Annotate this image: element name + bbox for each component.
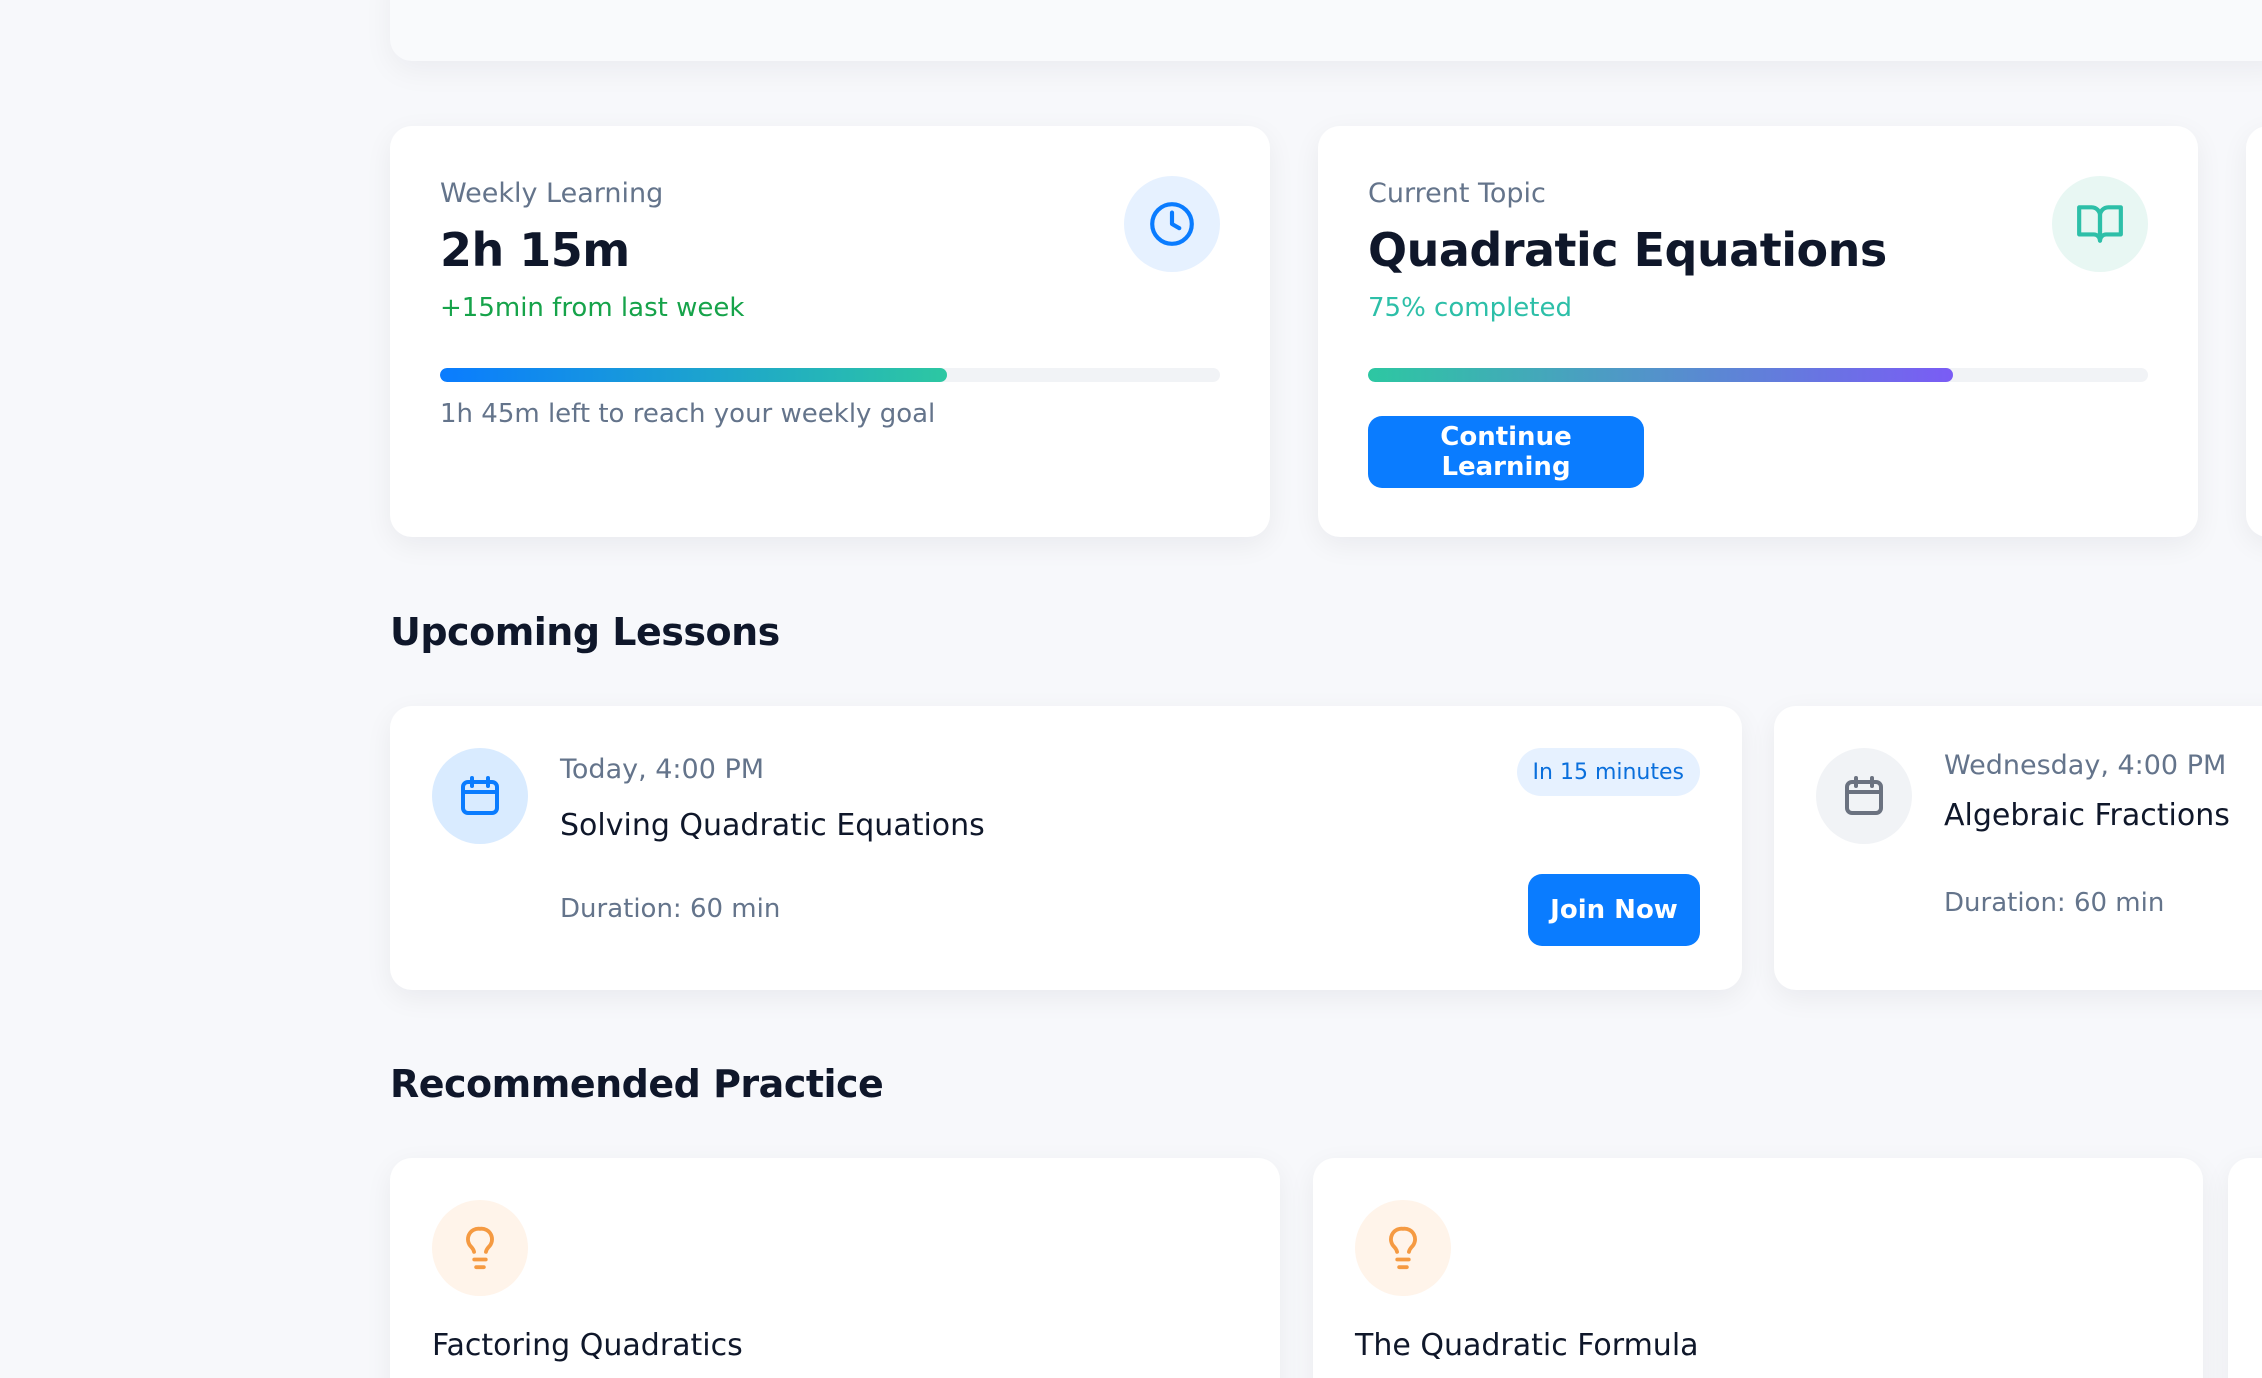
lesson-title: Algebraic Fractions bbox=[1944, 798, 2230, 833]
lesson-card: Wednesday, 4:00 PM Algebraic Fractions D… bbox=[1774, 706, 2262, 990]
weekly-progress-bar bbox=[440, 368, 1220, 382]
lesson-duration: Duration: 60 min bbox=[560, 894, 781, 924]
practice-card[interactable]: The Quadratic Formula bbox=[1313, 1158, 2203, 1378]
recommended-practice-heading: Recommended Practice bbox=[390, 1062, 884, 1106]
dashboard-page: Weekly Learning 2h 15m +15min from last … bbox=[0, 0, 2262, 1378]
top-panel bbox=[390, 0, 2262, 61]
weekly-learning-card: Weekly Learning 2h 15m +15min from last … bbox=[390, 126, 1270, 537]
book-open-icon bbox=[2052, 176, 2148, 272]
lightbulb-icon bbox=[432, 1200, 528, 1296]
lesson-time: Today, 4:00 PM bbox=[560, 754, 765, 785]
practice-card[interactable]: Factoring Quadratics bbox=[390, 1158, 1280, 1378]
weekly-learning-value: 2h 15m bbox=[440, 223, 630, 277]
lesson-duration: Duration: 60 min bbox=[1944, 888, 2165, 918]
practice-title: The Quadratic Formula bbox=[1355, 1328, 1699, 1363]
continue-learning-button[interactable]: Continue Learning bbox=[1368, 416, 1644, 488]
calendar-icon bbox=[1816, 748, 1912, 844]
current-topic-card: Current Topic Quadratic Equations 75% co… bbox=[1318, 126, 2198, 537]
practice-title: Factoring Quadratics bbox=[432, 1328, 743, 1363]
stat-card-partial bbox=[2246, 126, 2262, 537]
weekly-learning-label: Weekly Learning bbox=[440, 178, 664, 209]
upcoming-lessons-heading: Upcoming Lessons bbox=[390, 610, 780, 654]
clock-icon bbox=[1124, 176, 1220, 272]
calendar-icon bbox=[432, 748, 528, 844]
lesson-card: Today, 4:00 PM Solving Quadratic Equatio… bbox=[390, 706, 1742, 990]
current-topic-label: Current Topic bbox=[1368, 178, 1546, 209]
topic-progress-bar bbox=[1368, 368, 2148, 382]
lightbulb-icon bbox=[1355, 1200, 1451, 1296]
current-topic-value: Quadratic Equations bbox=[1368, 223, 1887, 277]
topic-progress-fill bbox=[1368, 368, 1953, 382]
lesson-title: Solving Quadratic Equations bbox=[560, 808, 985, 843]
weekly-progress-fill bbox=[440, 368, 947, 382]
starts-soon-badge: In 15 minutes bbox=[1516, 748, 1700, 796]
weekly-learning-delta: +15min from last week bbox=[440, 293, 745, 323]
practice-card-partial bbox=[2228, 1158, 2262, 1378]
weekly-goal-note: 1h 45m left to reach your weekly goal bbox=[440, 399, 936, 429]
topic-completion-status: 75% completed bbox=[1368, 293, 1573, 323]
join-now-button[interactable]: Join Now bbox=[1528, 874, 1700, 946]
lesson-time: Wednesday, 4:00 PM bbox=[1944, 750, 2227, 781]
